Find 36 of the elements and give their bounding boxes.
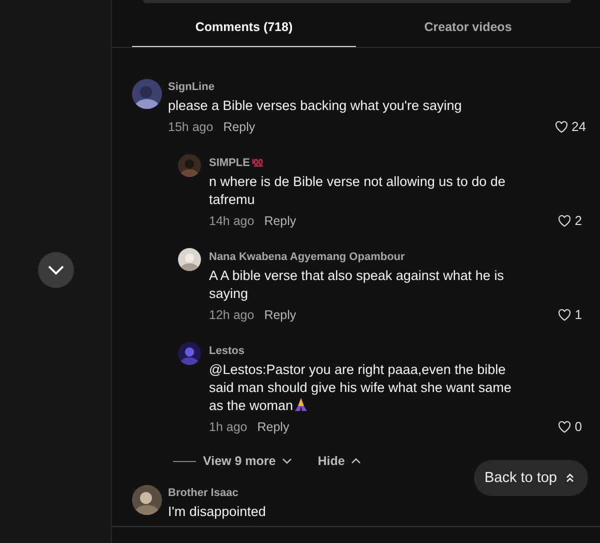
timestamp: 14h ago <box>209 214 254 228</box>
scroll-down-button[interactable] <box>38 252 74 288</box>
comment-text: I'm disappointed <box>168 503 267 521</box>
heart-icon <box>558 308 571 320</box>
reply-link[interactable]: Reply <box>223 120 256 134</box>
tab[interactable]: Creator videos <box>356 3 580 47</box>
heart-icon <box>554 120 568 132</box>
like-button[interactable]: 0 <box>558 419 582 434</box>
chevron-down-icon <box>48 265 64 275</box>
like-button[interactable]: 2 <box>558 213 582 228</box>
back-to-top-button[interactable]: Back to top <box>474 460 588 496</box>
author-name: SIMPLE <box>209 156 250 170</box>
like-button[interactable]: 24 <box>554 119 586 134</box>
reply-link[interactable]: Reply <box>264 308 296 322</box>
chevron-down-icon <box>282 458 292 464</box>
heart-icon <box>558 420 571 432</box>
view-more-button[interactable]: View 9 more <box>203 454 292 468</box>
author-name: SignLine <box>168 80 214 94</box>
hide-button[interactable]: Hide <box>318 454 361 468</box>
author-name: Lestos <box>209 344 244 358</box>
timestamp: 15h ago <box>168 120 214 134</box>
double-chevron-up-icon <box>566 473 574 483</box>
reply-link[interactable]: Reply <box>257 420 290 434</box>
timestamp: 1h ago <box>209 420 248 434</box>
comment-text: n where is de Bible verse not allowing us to do de tafremu <box>209 173 506 209</box>
chevron-up-icon <box>350 458 361 464</box>
like-button[interactable]: 1 <box>558 307 582 322</box>
reply-link[interactable]: Reply <box>264 214 296 228</box>
author-name: Brother Isaac <box>168 486 238 500</box>
heart-icon <box>558 214 571 226</box>
comment-text: @Lestos:Pastor you are right paaa,even the bible said man should give his wife what she want same as the woman <box>209 361 512 415</box>
author-name: Nana Kwabena Agyemang Opambour <box>209 250 405 264</box>
comment-text: A A bible verse that also speak against what he is saying <box>209 267 505 303</box>
comment-text: please a Bible verses backing what you're saying <box>168 97 463 115</box>
timestamp: 12h ago <box>209 308 254 322</box>
tab[interactable]: Comments (718) <box>132 3 356 47</box>
